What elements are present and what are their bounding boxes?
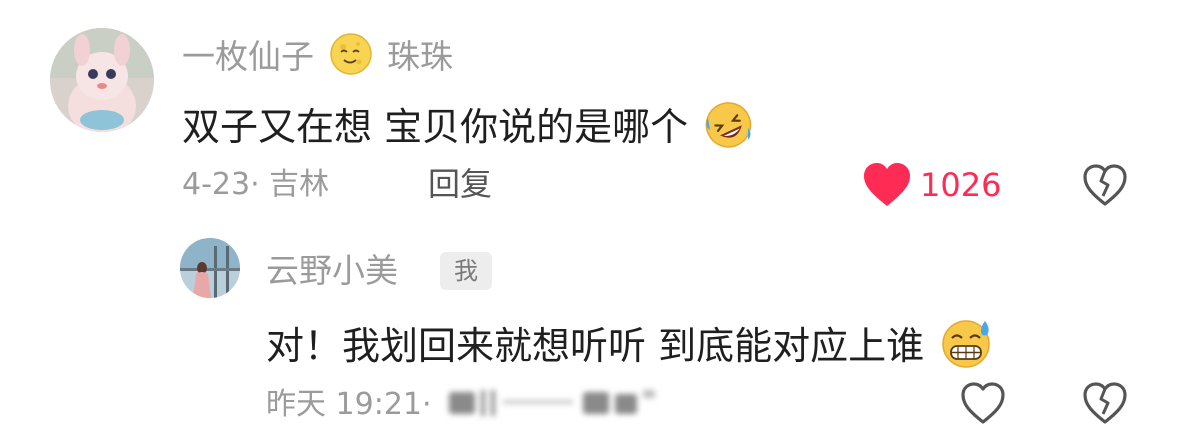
comment-text: 双子又在想 宝贝你说的是哪个	[182, 98, 754, 160]
comment-username[interactable]: 一枚仙子 珠珠	[182, 32, 453, 85]
grinning-sweat-emoji-icon	[938, 317, 994, 379]
reply-text-content: 对！我划回来就想听听 到底能对应上谁	[266, 324, 925, 368]
comment-text-content: 双子又在想 宝贝你说的是哪个	[182, 105, 689, 149]
redacted-text	[445, 386, 705, 427]
like-button[interactable]	[862, 162, 912, 208]
moon-face-emoji-icon	[329, 32, 373, 85]
me-badge: 我	[440, 252, 492, 290]
reply-time: 昨天 19:21·	[266, 386, 705, 427]
avatar[interactable]	[50, 28, 154, 132]
username-text[interactable]: 一枚仙子	[182, 37, 314, 76]
dislike-button[interactable]	[1082, 163, 1128, 207]
reply-text: 对！我划回来就想听听 到底能对应上谁	[266, 317, 994, 379]
heart-filled-icon	[864, 163, 910, 206]
reply-username[interactable]: 云野小美	[266, 251, 398, 291]
broken-heart-icon	[1083, 382, 1127, 424]
reply-avatar[interactable]	[180, 238, 240, 298]
broken-heart-icon	[1083, 164, 1127, 206]
comment-date-location: 4-23· 吉林	[182, 167, 330, 202]
username-suffix-text[interactable]: 珠珠	[387, 37, 453, 76]
reply-dislike-button[interactable]	[1082, 381, 1128, 425]
heart-outline-icon	[961, 382, 1005, 424]
reply-like-button[interactable]	[960, 381, 1006, 425]
reply-time-text: 昨天 19:21·	[266, 387, 432, 422]
reply-button[interactable]: 回复	[428, 166, 492, 202]
rolling-laughing-emoji-icon	[702, 98, 754, 160]
like-count: 1026	[920, 166, 1002, 204]
